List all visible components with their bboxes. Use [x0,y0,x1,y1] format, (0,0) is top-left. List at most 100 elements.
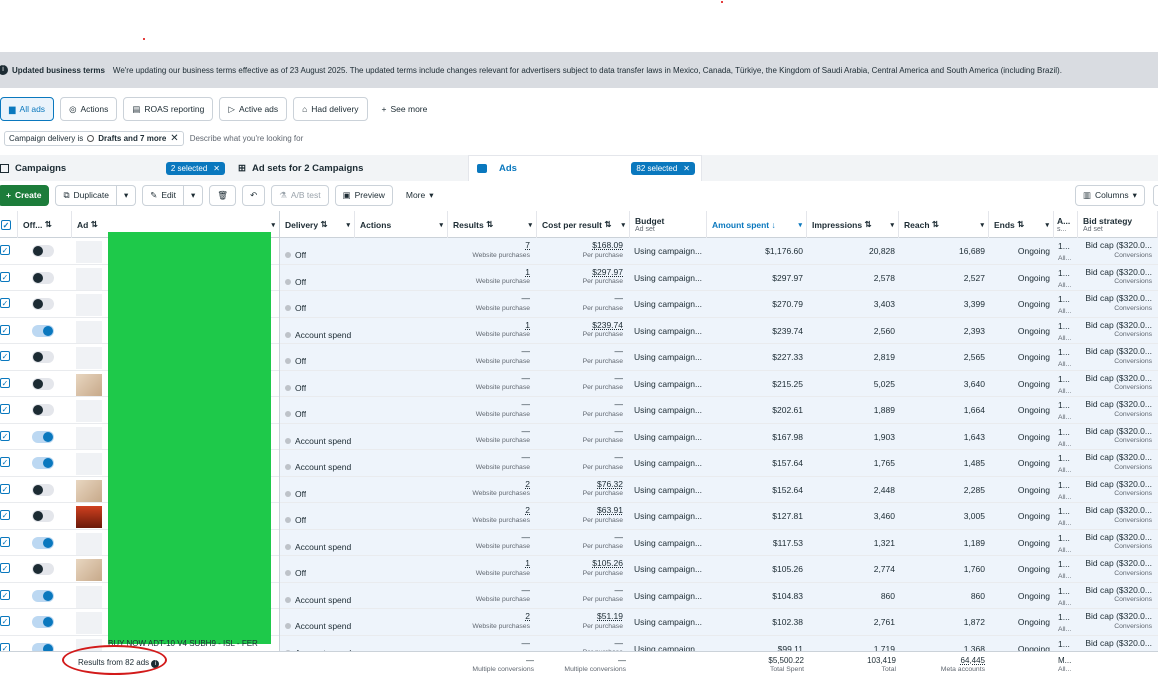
columns-button[interactable]: ▥ Columns ▾ [1075,184,1145,206]
view-had-delivery[interactable]: ⌂ Had delivery [293,97,368,121]
on-off-toggle[interactable] [32,377,54,390]
on-off-toggle[interactable] [32,245,54,257]
row-checkbox[interactable]: ✓ [0,430,10,441]
ab-test-button[interactable]: ⚗ A/B test [271,184,329,206]
red-dot-mark [143,38,145,40]
toggle-knob [33,352,43,362]
see-more-button[interactable]: + See more [373,97,436,121]
on-off-toggle[interactable] [32,589,54,602]
view-all-ads[interactable]: ▆ All ads [0,97,55,121]
sort-down-icon: ↓ [771,219,776,230]
chevron-down-icon: ▾ [798,221,802,229]
close-icon[interactable]: ✕ [683,164,690,173]
header-actions[interactable]: Actions ▾ [355,211,448,238]
row-checkbox[interactable]: ✓ [0,245,10,255]
results-cell: — Website purchase [475,372,530,391]
header-off-on[interactable]: Off... ⇅ [18,211,72,238]
more-button[interactable]: More ▾ [398,184,441,206]
cost-per-result-cell: $51.19 Per purchase [582,611,623,630]
row-checkbox[interactable]: ✓ [0,457,10,467]
status-dot-icon [285,278,291,285]
duplicate-dropdown[interactable]: ▾ [116,184,137,206]
ads-selected-badge[interactable]: 82 selected ✕ [631,162,695,175]
sort-icon: ⇅ [486,219,494,229]
on-off-toggle[interactable] [32,483,54,496]
header-delivery[interactable]: Delivery ⇅ ▾ [280,211,355,238]
extra-toolbar-button[interactable] [1153,184,1158,206]
on-off-toggle[interactable] [32,430,54,443]
on-off-toggle[interactable] [32,324,54,337]
checkbox-icon[interactable]: ✓ [1,219,11,230]
toggle-knob [43,590,53,601]
header-impressions[interactable]: Impressions ⇅ ▾ [807,211,899,238]
results-cell: 2 Website purchases [472,611,530,630]
row-checkbox[interactable]: ✓ [0,642,10,651]
header-ends[interactable]: Ends ⇅ ▾ [989,211,1054,238]
close-icon[interactable]: ✕ [213,164,220,173]
row-checkbox[interactable]: ✓ [0,351,10,361]
row-checkbox[interactable]: ✓ [0,483,10,494]
on-off-toggle[interactable] [32,510,54,522]
undo-button[interactable]: ↶ [242,184,266,206]
row-checkbox[interactable]: ✓ [0,616,10,626]
row-checkbox[interactable]: ✓ [0,298,10,308]
ends-cell: Ongoing [1017,643,1050,652]
attribution-cell: 1... All... [1058,267,1072,289]
header-results[interactable]: Results ⇅ ▾ [448,211,537,238]
tab-ads[interactable]: Ads 82 selected ✕ [468,155,702,181]
on-off-toggle[interactable] [32,642,54,651]
cost-per-result-cell: $168.09 Per purchase [582,240,623,259]
cost-per-result-cell: —Per purchase [582,584,623,603]
filter-search-input[interactable]: Describe what you're looking for [190,134,304,143]
campaigns-selected-badge[interactable]: 2 selected ✕ [165,161,225,175]
row-checkbox[interactable]: ✓ [0,404,10,414]
close-icon[interactable]: ✕ [170,133,178,144]
view-roas-reporting[interactable]: ▤ ROAS reporting [123,97,214,121]
duplicate-button[interactable]: ⧉ Duplicate [55,184,117,206]
on-off-toggle[interactable] [32,271,54,284]
row-checkbox[interactable]: ✓ [0,536,10,547]
ad-thumbnail [76,347,102,369]
play-icon: ▷ [228,103,235,114]
toggle-knob [33,405,43,415]
row-checkbox[interactable]: ✓ [0,563,10,573]
row-checkbox[interactable]: ✓ [0,324,10,335]
bid-strategy-cell: Bid cap ($320.0... Conversions [1085,452,1152,471]
on-off-toggle[interactable] [32,351,54,363]
results-cell: 2 Website purchases [472,505,530,524]
on-off-toggle[interactable] [32,457,54,469]
view-active-ads[interactable]: ▷ Active ads [219,97,288,121]
delete-button[interactable]: 🗑 [209,184,237,206]
filter-bar: Campaign delivery is Drafts and 7 more ✕… [0,130,1158,146]
attribution-cell: 1... All... [1058,453,1072,475]
on-off-toggle[interactable] [32,404,54,416]
reach-cell: 1,368 [963,643,985,652]
row-checkbox[interactable]: ✓ [0,271,10,282]
view-actions[interactable]: ◎ Actions [60,97,118,121]
delivery-status: Account spend [285,640,351,651]
select-all-checkbox[interactable]: ✓ [0,211,18,238]
edit-dropdown[interactable]: ▾ [184,184,204,206]
on-off-toggle[interactable] [32,616,54,628]
row-checkbox[interactable]: ✓ [0,510,10,520]
on-off-toggle[interactable] [32,536,54,549]
header-bid-strategy[interactable]: Bid strategy Ad set [1078,211,1158,238]
header-cost-per-result[interactable]: Cost per result ⇅ ▾ [537,211,630,238]
column-divider [279,211,280,681]
row-checkbox[interactable]: ✓ [0,377,10,388]
results-cell: — Website purchase [475,584,530,603]
report-icon: ▤ [132,103,141,114]
on-off-toggle[interactable] [32,298,54,310]
header-attribution[interactable]: A... s... [1054,211,1078,238]
header-budget[interactable]: Budget Ad set [630,211,707,238]
on-off-toggle[interactable] [32,563,54,575]
create-button[interactable]: + Create [0,184,50,206]
edit-button[interactable]: ✎ Edit [142,184,185,206]
preview-button[interactable]: ▣ Preview [334,184,393,206]
tab-ad-sets[interactable]: ⊞ Ad sets for 2 Campaigns [238,155,463,181]
header-amount-spent[interactable]: Amount spent ↓ ▾ [707,211,807,238]
filter-chip-campaign-delivery[interactable]: Campaign delivery is Drafts and 7 more ✕ [4,130,184,146]
tab-campaigns[interactable]: Campaigns 2 selected ✕ [0,155,225,181]
row-checkbox[interactable]: ✓ [0,589,10,600]
header-reach[interactable]: Reach ⇅ ▾ [899,211,989,238]
